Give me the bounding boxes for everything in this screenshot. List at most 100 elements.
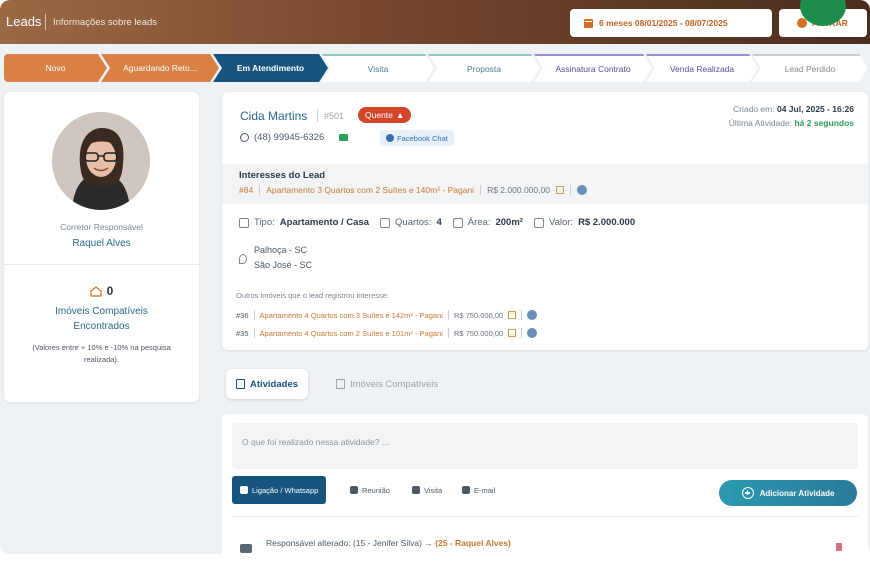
other-property-link[interactable]: Apartamento 4 Quartos com 3 Suítes e 142… [260,311,443,320]
globe-icon[interactable] [576,185,587,195]
tab-compatible-properties[interactable]: Imóveis Compatíveis [336,369,438,399]
interest-property-link[interactable]: Apartamento 3 Quartos com 2 Suítes e 140… [266,185,474,195]
tab-label: Atividades [249,378,299,390]
separator [569,185,571,195]
type-label: Visita [424,485,443,495]
interest-title: Interesses do Lead [239,170,326,181]
activity-log-entry: Responsável alterado: (15 - Jenifer Silv… [266,538,511,548]
compatible-count-value: 0 [106,284,114,298]
top-header: Leads Informações sobre leads 6 meses 08… [0,0,870,44]
other-price: R$ 750.000,00 [453,328,504,338]
agent-card: Corretor Responsável Raquel Alves 0 Imóv… [4,92,199,402]
door-icon [380,217,391,228]
separator [447,328,449,338]
people-icon [350,486,358,494]
edit-icon[interactable] [508,329,517,337]
lead-card: Cida Martins #501 Quente ▲ (48) 99945-63… [222,92,868,350]
home-icon [90,285,102,297]
app-frame: Leads Informações sobre leads 6 meses 08… [0,0,870,554]
separator [521,328,523,338]
whatsapp-icon [240,133,249,142]
created-date: Criado em: 04 Jul, 2025 - 16:26 [733,104,854,114]
interest-row: #84 Apartamento 3 Quartos com 2 Suítes e… [239,185,587,195]
activity-type-email[interactable]: E-mail [462,476,495,504]
stage-assinatura[interactable]: Assinatura Contrato [534,54,652,82]
type-label: Reunião [362,485,390,495]
plus-circle-icon [741,487,754,499]
log-prefix: Responsável alterado: (15 - Jenifer Silv… [266,538,433,548]
home-icon [239,217,249,228]
mail-icon [462,486,470,494]
expand-icon [452,217,463,228]
stage-em-atendimento[interactable]: Em Atendimento [213,54,328,82]
source-badge: Facebook Chat [380,130,454,146]
activity-type-meeting[interactable]: Reunião [350,476,390,504]
separator [259,185,261,195]
temperature-label: Quente [365,110,393,120]
area-label: Área: [467,217,491,228]
phone-icon [240,486,248,494]
stage-lead-perdido[interactable]: Lead Perdido [752,54,868,82]
separator [480,185,482,195]
temperature-badge[interactable]: Quente ▲ [358,107,412,123]
location-item: São José - SC [254,260,313,270]
other-property-link[interactable]: Apartamento 4 Quartos com 2 Suítes e 101… [260,329,443,338]
map-pin-icon [412,486,420,494]
compatible-label[interactable]: Imóveis Compatíveis Encontrados [4,304,199,334]
created-value: 04 Jul, 2025 - 16:26 [776,104,854,114]
globe-icon[interactable] [527,328,538,338]
stage-visita[interactable]: Visita [322,54,434,82]
compatible-label-line1: Imóveis Compatíveis [55,306,148,317]
activity-type-call[interactable]: Ligação / Whatsapp [232,476,327,504]
interest-price: R$ 2.000.000,00 [487,185,550,195]
other-interest-row: #35 Apartamento 4 Quartos com 2 Suítes e… [236,328,538,338]
last-activity-label: Última Atividade: [728,118,793,128]
agent-name[interactable]: Raquel Alves [4,238,199,249]
stage-label: Proposta [466,64,502,74]
compatible-count: 0 [4,284,199,298]
stage-label: Assinatura Contrato [555,64,631,74]
edit-icon[interactable] [555,186,564,194]
area-value: 200m² [495,217,523,228]
card-divider [4,264,199,265]
clipboard-icon [235,379,245,389]
stage-label: Em Atendimento [236,63,305,73]
period-filter-button[interactable]: 6 meses 08/01/2025 - 08/07/2025 [570,9,772,37]
last-activity-value: há 2 segundos [794,118,854,128]
type-label: Ligação / Whatsapp [252,485,319,495]
type-value: Apartamento / Casa [279,217,370,228]
stage-venda-realizada[interactable]: Venda Realizada [646,54,758,82]
activity-type-visit[interactable]: Visita [412,476,442,504]
activity-description-input[interactable] [232,423,858,469]
tab-activities[interactable]: Atividades [226,369,308,399]
edit-icon[interactable] [508,311,517,319]
type-label: Tipo: [254,217,275,228]
calendar-icon [584,18,593,28]
value-label: Valor: [548,217,574,228]
message-icon[interactable] [339,134,349,141]
stage-novo[interactable]: Novo [4,54,107,82]
stage-label: Novo [45,63,66,73]
log-new-agent: (25 - Raquel Alves) [435,538,511,548]
trash-icon[interactable] [836,543,842,551]
lead-id: #501 [324,111,345,121]
money-icon [533,217,544,228]
other-interests-title: Outros imóveis que o lead registrou inte… [236,291,389,300]
lead-name: Cida Martins [240,109,308,123]
separator [521,310,523,320]
tab-label: Imóveis Compatíveis [350,378,439,390]
panel-divider [232,516,858,517]
stage-label: Aguardando Reto... [123,63,197,73]
lead-phone[interactable]: (48) 99945-6326 [240,132,349,143]
stage-aguardando[interactable]: Aguardando Reto... [101,54,219,82]
globe-icon[interactable] [527,310,538,320]
stage-proposta[interactable]: Proposta [428,54,540,82]
other-code: #35 [236,328,249,338]
last-activity: Última Atividade: há 2 segundos [729,118,854,128]
separator [253,310,255,320]
add-activity-label: Adicionar Atividade [759,488,835,498]
user-change-icon [240,544,252,553]
period-label: 6 meses 08/01/2025 - 08/07/2025 [599,18,728,28]
add-activity-button[interactable]: Adicionar Atividade [719,480,857,506]
type-label: E-mail [474,485,496,495]
